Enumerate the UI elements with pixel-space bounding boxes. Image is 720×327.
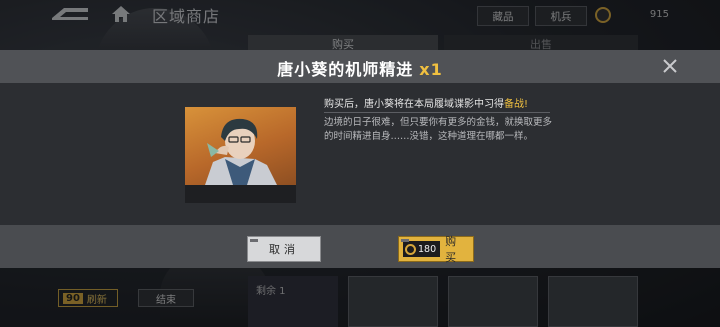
effect-highlight: 备战! bbox=[504, 99, 529, 110]
cancel-button[interactable]: 取消 bbox=[247, 236, 321, 262]
item-quantity: x1 bbox=[419, 60, 443, 79]
close-button[interactable] bbox=[660, 56, 680, 76]
character-portrait-image bbox=[185, 107, 296, 185]
button-corner-decoration bbox=[401, 239, 409, 242]
effect-description: 购买后，唐小葵将在本局履域谍影中习得备战! bbox=[324, 95, 528, 110]
close-icon bbox=[663, 59, 677, 73]
dialog-footer bbox=[0, 225, 720, 268]
coin-icon bbox=[405, 243, 416, 255]
purchase-dialog: 唐小葵的机师精进 x1 购买后，唐小葵将在本局履域谍影中习得备战! 边境的日子很… bbox=[0, 50, 720, 268]
buy-button[interactable]: 180 购买 bbox=[398, 235, 474, 264]
dialog-title: 唐小葵的机师精进 x1 bbox=[0, 56, 720, 80]
item-portrait bbox=[185, 107, 296, 203]
price-tag: 180 bbox=[403, 241, 441, 257]
divider bbox=[324, 112, 550, 113]
dialog-body: 购买后，唐小葵将在本局履域谍影中习得备战! 边境的日子很难，但只要你有更多的金钱… bbox=[0, 83, 720, 225]
button-corner-decoration bbox=[250, 239, 258, 242]
cancel-label: 取消 bbox=[269, 243, 299, 256]
effect-text: 购买后，唐小葵将在本局履域谍影中习得 bbox=[324, 99, 504, 110]
buy-label: 购买 bbox=[445, 235, 460, 264]
dialog-header: 唐小葵的机师精进 x1 bbox=[0, 50, 720, 83]
buy-price: 180 bbox=[418, 243, 437, 255]
flavor-text: 边境的日子很难，但只要你有更多的金钱，就换取更多的时间精进自身……没错，这种道理… bbox=[324, 117, 553, 142]
dialog-title-text: 唐小葵的机师精进 bbox=[277, 60, 414, 79]
